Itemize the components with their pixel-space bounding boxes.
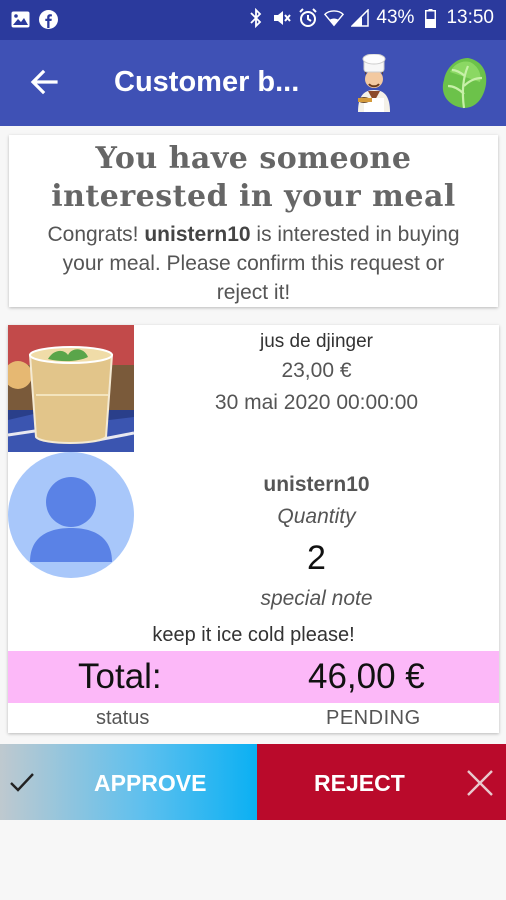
action-bar: APPROVE REJECT [0,744,506,820]
total-bar: Total: 46,00 € [8,651,499,703]
total-value: 46,00 € [308,657,425,696]
approve-button[interactable]: APPROVE [0,744,257,820]
meal-date: 30 mai 2020 00:00:00 [214,391,419,414]
battery-icon [420,8,440,28]
facebook-icon [38,9,58,29]
close-icon [465,768,495,798]
status-value: PENDING [326,707,421,729]
image-icon [10,9,30,29]
check-icon [8,768,36,796]
total-label: Total: [78,657,162,696]
notice-message: Congrats! unistern10 is interested in bu… [9,220,498,307]
meal-price: 23,00 € [281,359,352,382]
battery-percent: 43% [376,7,415,28]
meal-info: jus de djinger 23,00 € 30 mai 2020 00:00… [134,329,499,419]
order-card: jus de djinger 23,00 € 30 mai 2020 00:00… [8,325,499,733]
special-note-text: keep it ice cold please! [152,624,355,646]
quantity-value: 2 [307,539,326,577]
status-label: status [96,707,150,729]
status-bar: 43% 13:50 [0,0,506,40]
quantity-label: Quantity [277,505,356,528]
clock: 13:50 [446,7,494,28]
page-title: Customer b... [114,66,300,98]
chef-icon[interactable] [350,53,398,112]
buyer-info: unistern10 Quantity 2 special note [134,471,499,617]
back-arrow-icon[interactable] [24,62,64,102]
reject-label: REJECT [314,770,405,796]
signal-icon [350,8,370,28]
notice-username: unistern10 [144,223,251,246]
mute-icon [272,8,292,28]
buyer-username: unistern10 [263,473,370,496]
avatar [8,452,134,578]
wifi-icon [324,8,345,28]
notice-headline: You have someone interested in your meal [51,141,456,214]
meal-name: jus de djinger [259,331,374,352]
meal-image [8,325,134,452]
alarm-icon [298,8,318,28]
bluetooth-icon [246,8,266,28]
app-bar: Customer b... [0,40,506,126]
reject-button[interactable]: REJECT [257,744,506,820]
interest-notice-card: You have someone interested in your meal… [9,135,498,307]
lettuce-icon[interactable] [438,54,490,110]
approve-label: APPROVE [94,770,207,796]
notice-message-prefix: Congrats! [47,223,145,246]
special-note-label: special note [260,587,373,610]
